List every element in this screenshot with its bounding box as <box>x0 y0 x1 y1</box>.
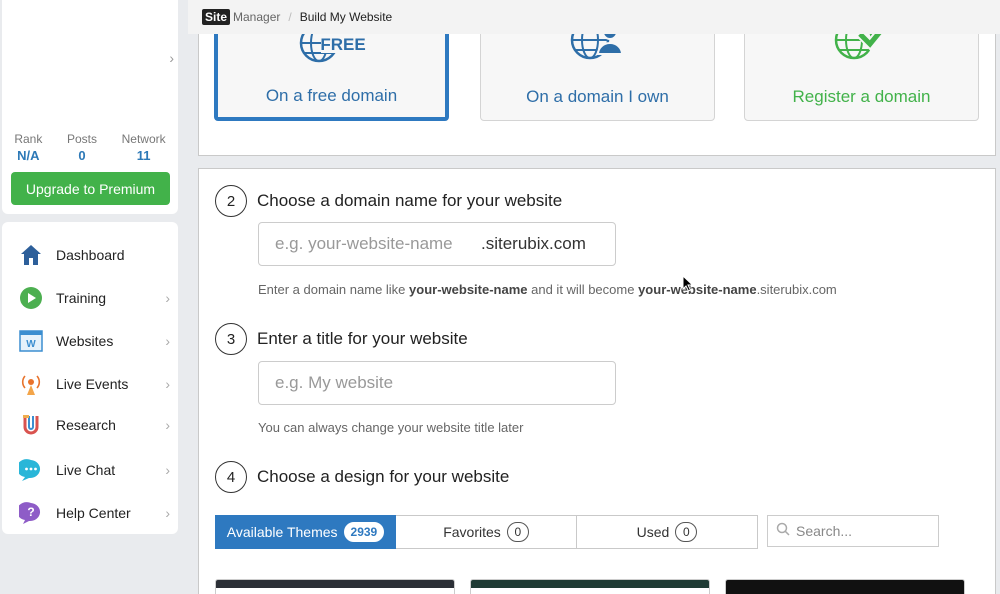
chevron-right-icon: › <box>165 462 170 478</box>
theme-thumbnail[interactable] <box>725 579 965 594</box>
theme-preview <box>726 580 964 594</box>
profile-card: › Rank N/A Posts 0 Network 11 Upgrade to… <box>2 0 178 214</box>
profile-stats: Rank N/A Posts 0 Network 11 <box>2 132 178 163</box>
svg-text:?: ? <box>27 505 34 519</box>
tab-label: Available Themes <box>226 524 338 540</box>
site-logo[interactable]: Site <box>202 9 231 25</box>
theme-tabs: Available Themes 2939 Favorites 0 Used 0 <box>215 515 758 549</box>
free-badge: FREE <box>320 35 365 54</box>
breadcrumb-current: Build My Website <box>299 10 393 24</box>
chevron-right-icon: › <box>165 376 170 392</box>
website-form-panel: 2 Choose a domain name for your website … <box>198 168 996 594</box>
website-title-input-group <box>258 361 616 405</box>
sidebar-item-live-chat[interactable]: Live Chat › <box>2 452 178 488</box>
stat-posts: Posts 0 <box>67 132 97 163</box>
tab-available-themes[interactable]: Available Themes 2939 <box>215 515 396 549</box>
step-title: Enter a title for your website <box>257 329 468 348</box>
theme-thumbnail[interactable] <box>215 579 455 594</box>
stat-label: Network <box>121 132 166 146</box>
title-help-text: You can always change your website title… <box>258 420 524 435</box>
sidebar-item-training[interactable]: Training › <box>2 280 178 316</box>
sidebar-item-label: Help Center <box>56 505 131 521</box>
help-text-part: and it will become <box>527 282 639 297</box>
help-text-part: .siterubix.com <box>756 282 837 297</box>
domain-option-label: On a domain I own <box>526 87 669 106</box>
stat-value: 0 <box>78 148 86 163</box>
sidebar-item-label: Training <box>56 290 107 306</box>
sidebar-nav: Dashboard Training › W Websites › Live E… <box>2 222 178 534</box>
svg-text:W: W <box>26 339 36 350</box>
domain-option-label: On a free domain <box>265 86 398 105</box>
chevron-right-icon: › <box>165 290 170 306</box>
step-number: 4 <box>215 461 247 493</box>
research-icon <box>18 412 44 438</box>
breadcrumb-separator: / <box>288 10 292 24</box>
step-number: 2 <box>215 185 247 217</box>
step-design: 4 Choose a design for your website <box>215 461 509 493</box>
chevron-right-icon: › <box>165 417 170 433</box>
tab-label: Used <box>636 524 670 540</box>
chevron-right-icon[interactable]: › <box>169 50 174 66</box>
website-icon: W <box>18 328 44 354</box>
count-badge: 2939 <box>343 522 385 542</box>
sidebar-item-dashboard[interactable]: Dashboard <box>2 237 178 273</box>
theme-preview <box>471 580 709 588</box>
count-badge: 0 <box>675 522 698 542</box>
sidebar-item-label: Research <box>56 417 116 433</box>
sidebar-item-websites[interactable]: W Websites › <box>2 323 178 359</box>
upgrade-button[interactable]: Upgrade to Premium <box>11 172 170 205</box>
sidebar-item-label: Websites <box>56 333 114 349</box>
site-logo-manager[interactable]: Manager <box>233 10 280 24</box>
step-website-title: 3 Enter a title for your website <box>215 323 468 355</box>
tab-label: Favorites <box>443 524 501 540</box>
domain-name-input[interactable] <box>259 223 481 265</box>
sidebar-item-label: Live Events <box>56 376 129 392</box>
theme-search-input[interactable] <box>796 523 926 539</box>
chevron-right-icon: › <box>165 505 170 521</box>
tab-used[interactable]: Used 0 <box>577 515 758 549</box>
website-title-input[interactable] <box>259 362 599 404</box>
domain-name-input-group: .siterubix.com <box>258 222 616 266</box>
help-text-example: your-website-name <box>409 282 528 297</box>
cursor-icon <box>682 275 694 292</box>
help-text-example: your-website-name <box>638 282 757 297</box>
home-icon <box>18 242 44 268</box>
stat-rank: Rank N/A <box>14 132 42 163</box>
stat-network: Network 11 <box>122 132 166 163</box>
theme-preview <box>216 580 454 588</box>
tab-favorites[interactable]: Favorites 0 <box>396 515 577 549</box>
domain-help-text: Enter a domain name like your-website-na… <box>258 282 837 297</box>
help-icon: ? <box>18 500 44 526</box>
chevron-right-icon: › <box>165 333 170 349</box>
search-icon <box>776 522 790 541</box>
broadcast-icon <box>18 371 44 397</box>
domain-option-label: Register a domain <box>792 87 931 106</box>
stat-label: Rank <box>14 132 43 146</box>
step-title: Choose a domain name for your website <box>257 191 563 210</box>
step-title: Choose a design for your website <box>257 467 510 486</box>
sidebar-item-live-events[interactable]: Live Events › <box>2 366 178 402</box>
theme-thumbnail[interactable] <box>470 579 710 594</box>
sidebar-item-label: Live Chat <box>56 462 116 478</box>
breadcrumb: Site Manager / Build My Website <box>188 0 1000 34</box>
count-badge: 0 <box>506 522 529 542</box>
sidebar-item-help-center[interactable]: ? Help Center › <box>2 495 178 531</box>
stat-value: 11 <box>136 148 151 163</box>
sidebar-item-research[interactable]: Research › <box>2 407 178 443</box>
sidebar-item-label: Dashboard <box>56 247 125 263</box>
stat-value: N/A <box>17 148 40 163</box>
chat-icon <box>18 457 44 483</box>
play-icon <box>18 285 44 311</box>
step-number: 3 <box>215 323 247 355</box>
help-text-part: Enter a domain name like <box>258 282 410 297</box>
stat-label: Posts <box>66 132 97 146</box>
theme-search <box>767 515 939 547</box>
domain-suffix: .siterubix.com <box>481 234 586 253</box>
step-domain-name: 2 Choose a domain name for your website <box>215 185 562 217</box>
